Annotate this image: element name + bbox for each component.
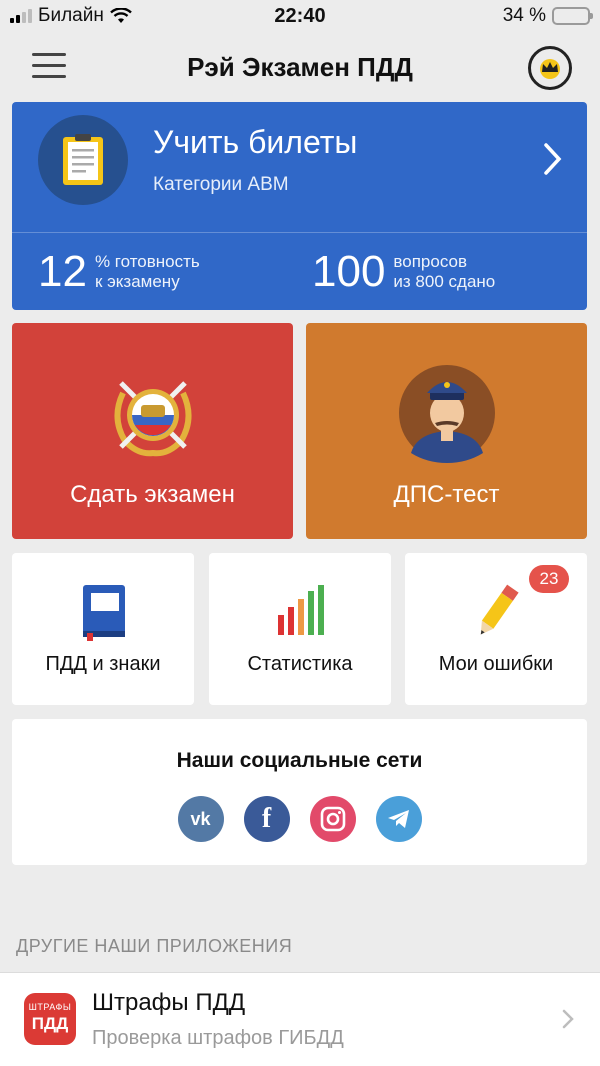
fines-app-icon: ШТРАФЫ ПДД (24, 993, 76, 1045)
questions-stat: 100 вопросов из 800 сдано (312, 250, 495, 294)
my-mistakes-label: Мои ошибки (438, 653, 554, 675)
rules-and-signs-tile[interactable]: ПДД и знаки (12, 553, 194, 705)
social-networks-card: Наши социальные сети vk f (12, 719, 587, 865)
fines-icon-top: ШТРАФЫ (28, 1002, 72, 1012)
statistics-label: Статистика (247, 653, 353, 675)
battery-percent: 34 % (502, 5, 546, 26)
pencil-icon (480, 584, 519, 635)
facebook-icon[interactable]: f (243, 796, 290, 842)
facebook-logo-text: f (261, 803, 272, 834)
book-icon (83, 585, 125, 641)
nav-bar: Рэй Экзамен ПДД (0, 36, 600, 100)
crown-icon[interactable] (528, 46, 572, 90)
readiness-label-2: к экзамену (94, 272, 180, 291)
battery-icon (552, 7, 593, 25)
dps-test-label: ДПС-тест (393, 481, 500, 508)
battery-status: 34 % (502, 5, 593, 27)
dps-test-tile[interactable]: ДПС-тест (306, 323, 587, 539)
instagram-icon[interactable] (309, 796, 356, 842)
questions-value: 100 (312, 247, 386, 296)
chevron-right-icon (562, 1009, 574, 1029)
learn-title: Учить билеты (153, 124, 358, 160)
take-exam-tile[interactable]: Сдать экзамен (12, 323, 293, 539)
divider (12, 232, 587, 233)
vk-logo-text: vk (190, 808, 211, 829)
learn-tickets-card[interactable]: Учить билеты Категории ABM 12 % готовнос… (12, 102, 587, 310)
app-title: Штрафы ПДД (92, 989, 246, 1016)
readiness-value: 12 (38, 247, 87, 296)
police-officer-icon (398, 365, 495, 463)
bar-chart-icon (278, 585, 324, 635)
questions-label-2: из 800 сдано (393, 272, 496, 291)
readiness-stat: 12 % готовность к экзамену (38, 250, 200, 294)
list-item[interactable]: ШТРАФЫ ПДД Штрафы ПДД Проверка штрафов Г… (0, 972, 600, 1066)
take-exam-label: Сдать экзамен (70, 481, 235, 508)
page-title: Рэй Экзамен ПДД (187, 52, 413, 82)
learn-subtitle: Категории ABM (153, 174, 289, 195)
traffic-police-emblem-icon (114, 381, 191, 457)
my-mistakes-tile[interactable]: 23 Мои ошибки (405, 553, 587, 705)
chevron-right-icon (544, 143, 562, 175)
mistakes-count-badge: 23 (529, 565, 569, 593)
social-icons: vk f (12, 796, 587, 842)
clipboard-icon (38, 115, 128, 205)
app-subtitle: Проверка штрафов ГИБДД (92, 1027, 344, 1049)
fines-icon-bottom: ПДД (31, 1014, 69, 1033)
rules-and-signs-label: ПДД и знаки (45, 653, 161, 675)
telegram-icon[interactable] (375, 796, 422, 842)
readiness-label-1: % готовность (94, 252, 200, 271)
other-apps-header: ДРУГИЕ НАШИ ПРИЛОЖЕНИЯ (16, 936, 293, 956)
vk-icon[interactable]: vk (177, 796, 224, 842)
questions-label-1: вопросов (393, 252, 468, 271)
social-title: Наши социальные сети (176, 749, 423, 772)
statistics-tile[interactable]: Статистика (209, 553, 391, 705)
status-bar: Билайн 22:40 34 % (0, 0, 600, 34)
